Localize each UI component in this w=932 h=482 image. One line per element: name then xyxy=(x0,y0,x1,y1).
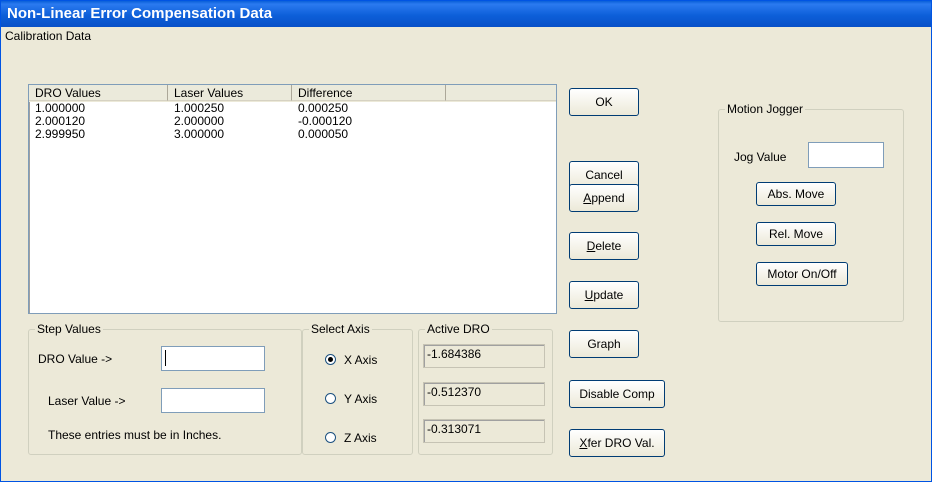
column-header-difference[interactable]: Difference xyxy=(292,85,446,101)
z-axis-label[interactable]: Z Axis xyxy=(344,431,377,445)
active-dro-z-readout: -0.313071 xyxy=(423,419,545,443)
cell-laser: 3.000000 xyxy=(174,127,225,141)
cell-difference: 0.000050 xyxy=(298,127,349,141)
update-button[interactable]: Update xyxy=(569,281,639,309)
column-header-blank[interactable] xyxy=(446,85,556,101)
y-axis-radio[interactable] xyxy=(325,393,336,404)
column-header-dro[interactable]: DRO Values xyxy=(29,85,168,101)
xfer-dro-button[interactable]: Xfer DRO Val. xyxy=(569,429,665,457)
window-title: Non-Linear Error Compensation Data xyxy=(7,5,273,22)
x-axis-label[interactable]: X Axis xyxy=(344,353,377,367)
inches-note: These entries must be in Inches. xyxy=(48,428,222,442)
text-caret xyxy=(165,350,166,366)
calibration-list[interactable]: DRO Values Laser Values Difference 1.000… xyxy=(28,84,557,314)
step-values-group: Step Values DRO Value -> Laser Value -> … xyxy=(28,322,302,455)
active-dro-x-readout: -1.684386 xyxy=(423,344,545,368)
motion-jogger-group: Motion Jogger Jog Value Abs. Move Rel. M… xyxy=(718,102,904,322)
append-button[interactable]: Append xyxy=(569,184,639,212)
dro-value-input[interactable] xyxy=(161,346,265,371)
active-dro-legend: Active DRO xyxy=(425,322,492,336)
select-axis-legend: Select Axis xyxy=(309,322,372,336)
step-values-legend: Step Values xyxy=(35,322,103,336)
jog-value-input[interactable] xyxy=(808,142,884,168)
active-dro-y-readout: -0.512370 xyxy=(423,382,545,406)
ok-button[interactable]: OK xyxy=(569,88,639,116)
graph-button[interactable]: Graph xyxy=(569,330,639,358)
laser-value-input[interactable] xyxy=(161,388,265,413)
y-axis-label[interactable]: Y Axis xyxy=(344,392,377,406)
list-header: DRO Values Laser Values Difference xyxy=(29,85,556,102)
jog-value-label: Jog Value xyxy=(734,150,787,164)
disable-comp-button[interactable]: Disable Comp xyxy=(569,380,665,408)
select-axis-group: Select Axis X Axis Y Axis Z Axis xyxy=(302,322,413,455)
motor-on-off-button[interactable]: Motor On/Off xyxy=(756,262,848,286)
column-header-laser[interactable]: Laser Values xyxy=(168,85,292,101)
z-axis-radio[interactable] xyxy=(325,432,336,443)
title-bar[interactable]: Non-Linear Error Compensation Data xyxy=(1,1,931,27)
active-dro-group: Active DRO -1.684386 -0.512370 -0.313071 xyxy=(418,322,553,455)
dialog-caption: Calibration Data xyxy=(5,29,92,43)
motion-jogger-legend: Motion Jogger xyxy=(725,102,806,116)
delete-button[interactable]: Delete xyxy=(569,232,639,260)
rel-move-button[interactable]: Rel. Move xyxy=(756,222,836,246)
dro-value-label: DRO Value -> xyxy=(38,352,113,366)
x-axis-radio[interactable] xyxy=(325,354,336,365)
laser-value-label: Laser Value -> xyxy=(48,394,126,408)
cell-dro: 2.999950 xyxy=(35,127,86,141)
abs-move-button[interactable]: Abs. Move xyxy=(756,182,836,206)
dialog-window: Non-Linear Error Compensation Data Calib… xyxy=(0,0,932,482)
radio-selected-dot xyxy=(328,357,333,362)
